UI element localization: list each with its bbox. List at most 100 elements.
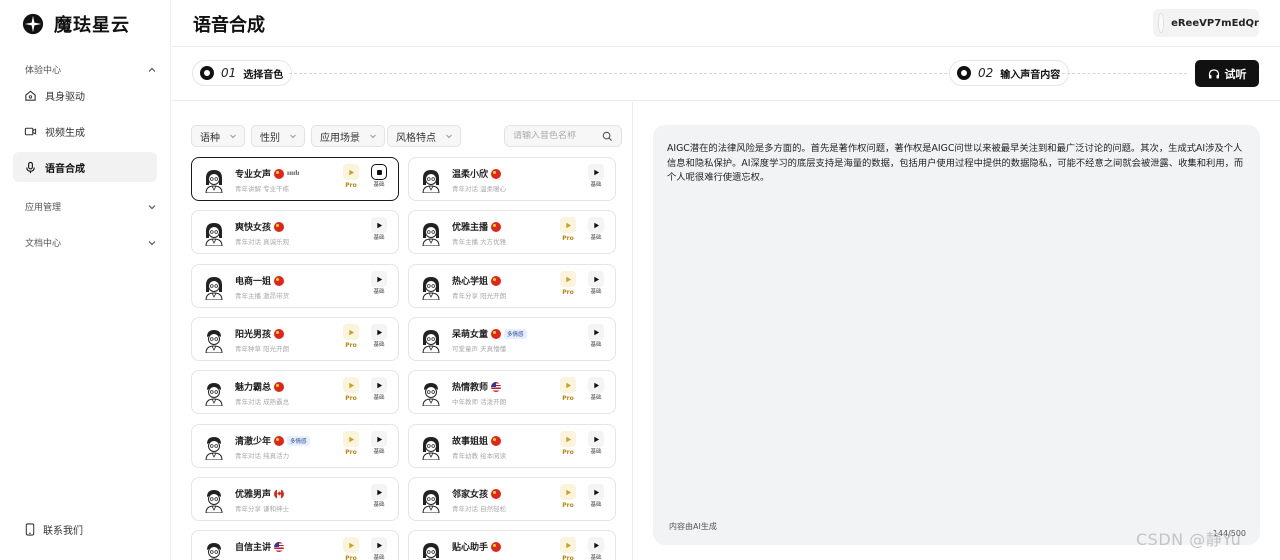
step-label: 输入声音内容 xyxy=(1000,69,1061,81)
voice-desc: 中年教师 活泼开朗 xyxy=(452,398,507,406)
voice-card[interactable]: 清澈少年 多情感 青年对话 纯真活力 Pro 基础 xyxy=(191,424,399,468)
steps-bar: 01 选择音色 02 输入声音内容 试听 xyxy=(172,48,1280,101)
voice-name: 热情教师 xyxy=(452,383,489,393)
voice-desc: 青年对话 温柔暖心 xyxy=(452,185,507,193)
voice-card[interactable]: 魅力霸总 青年对话 成熟霸总 Pro 基础 xyxy=(191,370,399,414)
filter-gender[interactable]: 性别 xyxy=(251,125,305,147)
voice-card[interactable]: 阳光男孩 青年种草 阳光开朗 Pro 基础 xyxy=(191,317,399,361)
step-select-voice[interactable]: 01 选择音色 xyxy=(192,60,293,86)
play-icon xyxy=(593,169,599,175)
voice-name-row: 魅力霸总 xyxy=(235,380,285,393)
voice-avatar xyxy=(419,380,443,407)
voice-card[interactable]: 呆萌女童 多情感可爱童声 天真懵懂 基础 xyxy=(408,317,616,361)
step-connector xyxy=(289,73,947,74)
play-pro-button[interactable]: Pro xyxy=(559,271,577,303)
voice-name: 优雅男声 xyxy=(235,490,272,500)
sidebar-section-docs[interactable]: 文档中心 xyxy=(25,236,157,249)
play-icon xyxy=(565,382,571,388)
play-base-button[interactable]: 基础 xyxy=(587,164,605,196)
voice-desc: 可爱童声 天真懵懂 xyxy=(452,345,507,353)
voice-search-input[interactable] xyxy=(513,131,601,141)
play-pro-button[interactable]: Pro xyxy=(342,431,360,463)
voice-card[interactable]: 爽快女孩 青年对话 真诚乐观 基础 xyxy=(191,210,399,254)
voice-name: 温柔小欣 xyxy=(452,170,489,180)
content-textarea[interactable]: AIGC潜在的法律风险是多方面的。首先是著作权问题，著作权是AIGC问世以来被最… xyxy=(667,142,1247,186)
step-number: 02 xyxy=(978,66,994,80)
voice-desc: 青年分享 阳光开朗 xyxy=(452,292,507,300)
voice-name-row: 呆萌女童 多情感 xyxy=(452,327,527,340)
sidebar-item-video[interactable]: 视频生成 xyxy=(13,116,157,146)
voice-name: 阳光男孩 xyxy=(235,330,272,340)
pro-label: Pro xyxy=(345,449,357,456)
play-pro-button[interactable]: Pro xyxy=(342,537,360,560)
sidebar-item-embodied[interactable]: 具身驱动 xyxy=(13,80,157,110)
sidebar-section-app-management[interactable]: 应用管理 xyxy=(25,200,157,213)
play-base-button[interactable]: 基础 xyxy=(370,377,388,409)
play-base-button[interactable]: 基础 xyxy=(370,537,388,560)
voice-name: 魅力霸总 xyxy=(235,383,272,393)
chevron-down-icon xyxy=(290,134,296,139)
voice-avatar xyxy=(202,327,226,354)
play-base-button[interactable]: 基础 xyxy=(587,537,605,560)
voice-avatar xyxy=(202,434,226,461)
play-pro-button[interactable]: Pro xyxy=(559,431,577,463)
play-pro-button[interactable]: Pro xyxy=(342,377,360,409)
play-pro-button[interactable]: Pro xyxy=(559,537,577,560)
play-icon xyxy=(593,222,599,228)
text-input-panel[interactable]: AIGC潜在的法律风险是多方面的。首先是著作权问题，著作权是AIGC问世以来被最… xyxy=(653,125,1260,545)
voice-avatar xyxy=(419,167,443,194)
play-base-button[interactable]: 基础 xyxy=(370,431,388,463)
contact-us-link[interactable]: 联系我们 xyxy=(24,522,83,537)
voice-name-row: 阳光男孩 xyxy=(235,327,285,340)
play-base-button[interactable]: 基础 xyxy=(370,164,388,196)
pro-label: Pro xyxy=(562,289,574,296)
emotion-tag: 多情感 xyxy=(504,328,527,339)
play-base-button[interactable]: 基础 xyxy=(587,431,605,463)
voice-card[interactable]: 自信主讲 Pro 基础 xyxy=(191,530,399,560)
voice-desc: 青年对话 自然轻松 xyxy=(452,505,507,513)
brand-logo[interactable]: 魔珐星云 xyxy=(22,11,130,37)
play-base-button[interactable]: 基础 xyxy=(370,217,388,249)
filter-language[interactable]: 语种 xyxy=(191,125,245,147)
voice-card[interactable]: 热心学姐 青年分享 阳光开朗 Pro 基础 xyxy=(408,264,616,308)
base-label: 基础 xyxy=(590,182,602,188)
pro-label: Pro xyxy=(345,555,357,560)
voice-card[interactable]: 故事姐姐 青年幼教 绘本阅读 Pro 基础 xyxy=(408,424,616,468)
play-base-button[interactable]: 基础 xyxy=(370,271,388,303)
voice-card[interactable]: 温柔小欣青年对话 温柔暖心 基础 xyxy=(408,157,616,201)
play-icon xyxy=(376,542,382,548)
play-base-button[interactable]: 基础 xyxy=(587,271,605,303)
voice-card[interactable]: 邻家女孩青年对话 自然轻松 Pro 基础 xyxy=(408,477,616,521)
play-icon xyxy=(348,542,354,548)
play-base-button[interactable]: 基础 xyxy=(370,324,388,356)
play-base-button[interactable]: 基础 xyxy=(370,484,388,516)
step-input-content[interactable]: 02 输入声音内容 xyxy=(949,60,1070,86)
voice-card[interactable]: 热情教师中年教师 活泼开朗 Pro 基础 xyxy=(408,370,616,414)
voice-name-row: 故事姐姐 xyxy=(452,434,502,447)
voice-card[interactable]: 优雅男声 青年分享 谦和绅士 基础 xyxy=(191,477,399,521)
play-base-button[interactable]: 基础 xyxy=(587,217,605,249)
voice-name: 故事姐姐 xyxy=(452,437,489,447)
voice-card[interactable]: 优雅主播 青年主播 大方优雅 Pro 基础 xyxy=(408,210,616,254)
base-label: 基础 xyxy=(373,395,385,401)
voice-card[interactable]: 贴心助手 Pro 基础 xyxy=(408,530,616,560)
search-icon[interactable] xyxy=(602,131,613,142)
play-pro-button[interactable]: Pro xyxy=(342,164,360,196)
voice-name-row: 邻家女孩 xyxy=(452,487,502,500)
play-pro-button[interactable]: Pro xyxy=(559,377,577,409)
voice-card[interactable]: 专业女声 ıııılı 青年讲解 专业干练 Pro 基础 xyxy=(191,157,399,201)
filter-scenario[interactable]: 应用场景 xyxy=(311,125,385,147)
play-base-button[interactable]: 基础 xyxy=(587,484,605,516)
play-pro-button[interactable]: Pro xyxy=(559,484,577,516)
play-base-button[interactable]: 基础 xyxy=(587,324,605,356)
play-pro-button[interactable]: Pro xyxy=(342,324,360,356)
sidebar-item-tts[interactable]: 语音合成 xyxy=(13,152,157,182)
play-base-button[interactable]: 基础 xyxy=(587,377,605,409)
play-pro-button[interactable]: Pro xyxy=(559,217,577,249)
voice-card[interactable]: 电商一姐 青年主播 激昂带货 基础 xyxy=(191,264,399,308)
filter-style[interactable]: 风格特点 xyxy=(387,125,461,147)
sidebar-section-experience[interactable]: 体验中心 xyxy=(25,63,157,76)
user-account-chip[interactable]: eReeVP7mEdQr xyxy=(1153,9,1259,37)
try-listen-button[interactable]: 试听 xyxy=(1195,60,1259,87)
voice-avatar xyxy=(202,220,226,247)
